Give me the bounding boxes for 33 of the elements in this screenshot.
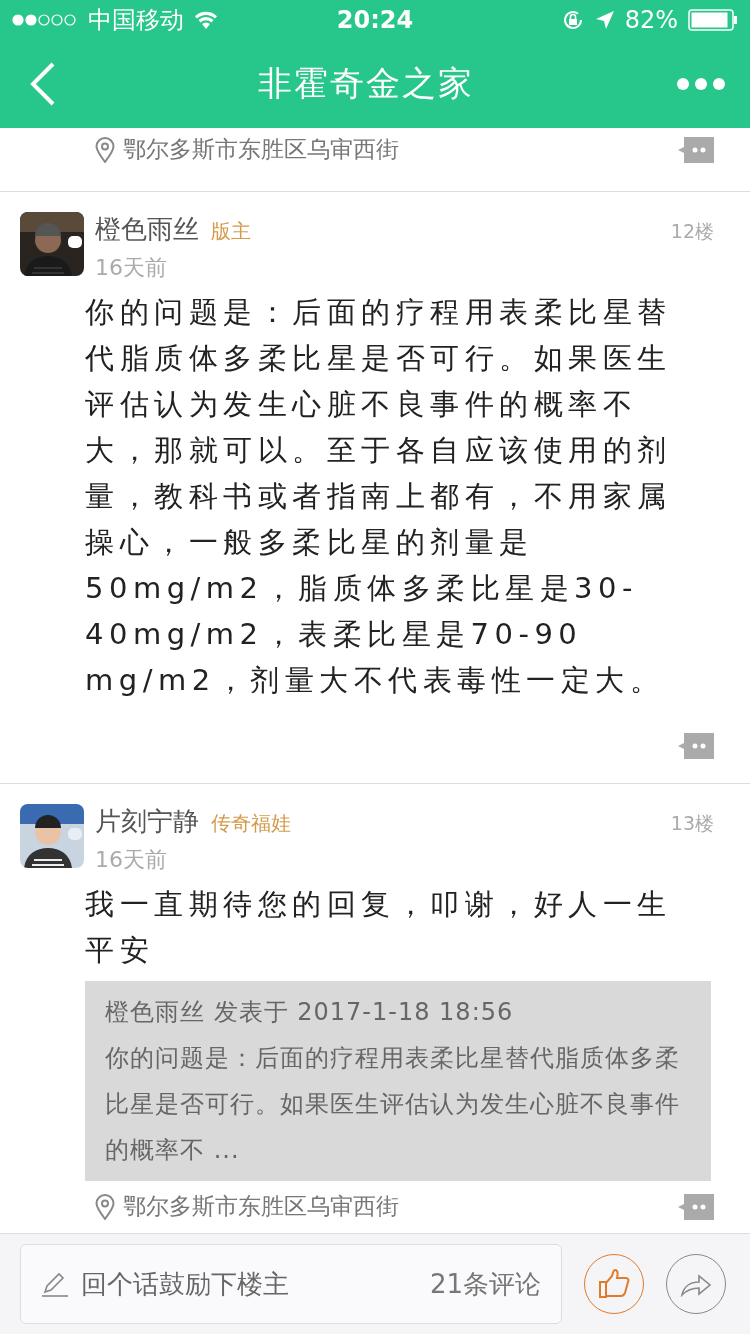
user-title: 传奇福娃 <box>211 810 291 837</box>
signal-icon <box>12 14 78 26</box>
quote-text: 你的问题是：后面的疗程用表柔比星替代脂质体多柔比星是否可行。如果医生评估认为发生心脏不良事件的概率不 ... <box>105 1043 681 1166</box>
comment-icon[interactable] <box>678 733 714 759</box>
author-name[interactable]: 橙色雨丝 <box>95 212 199 247</box>
pencil-icon <box>41 1270 69 1298</box>
user-title: 版主 <box>211 218 251 245</box>
post-time: 16天前 <box>95 254 168 282</box>
floor-number: 13楼 <box>670 811 714 836</box>
comment-icon[interactable] <box>678 1193 714 1220</box>
comment-count[interactable]: 21条评论 <box>429 1266 541 1302</box>
location-text: 鄂尔多斯市东胜区乌审西街 <box>123 135 399 164</box>
location-text: 鄂尔多斯市东胜区乌审西街 <box>123 1192 399 1221</box>
back-icon[interactable] <box>30 62 56 106</box>
page-title: 非霍奇金之家 <box>258 62 474 105</box>
location-pin-icon <box>95 1193 115 1220</box>
location-pin-icon <box>95 136 115 163</box>
wifi-icon <box>194 11 218 29</box>
location-arrow-icon <box>594 10 615 30</box>
more-icon[interactable] <box>676 77 726 91</box>
post-body: 我一直期待您的回复，叩谢，好人一生平安 <box>85 886 673 969</box>
battery-icon <box>688 9 738 31</box>
author-name[interactable]: 片刻宁静 <box>95 804 199 839</box>
post-body: 你的问题是：后面的疗程用表柔比星替代脂质体多柔比星是否可行。如果医生评估认为发生心脏不良事件的概率不大，那就可以。至于各自应该使用的剂量，教科书或者指南上都有，不用家属操心，一般多柔比星的剂量是50mg/m2，脂质体多柔比星是30-40mg/m2，表柔比星是70-90 mg/m2，剂量大不代表毒性一定大。 <box>85 294 673 699</box>
clock-time: 20:24 <box>336 6 414 34</box>
floor-number: 12楼 <box>670 219 714 244</box>
post-time: 16天前 <box>95 846 168 874</box>
battery-percent: 82% <box>624 6 678 34</box>
comment-icon[interactable] <box>678 136 714 163</box>
carrier-name: 中国移动 <box>88 5 184 36</box>
thumbs-up-icon <box>598 1269 630 1299</box>
comment-field[interactable]: 回个话鼓励下楼主 21条评论 <box>20 1244 562 1324</box>
quote-header: 橙色雨丝 发表于 2017-1-18 18:56 <box>105 997 515 1028</box>
